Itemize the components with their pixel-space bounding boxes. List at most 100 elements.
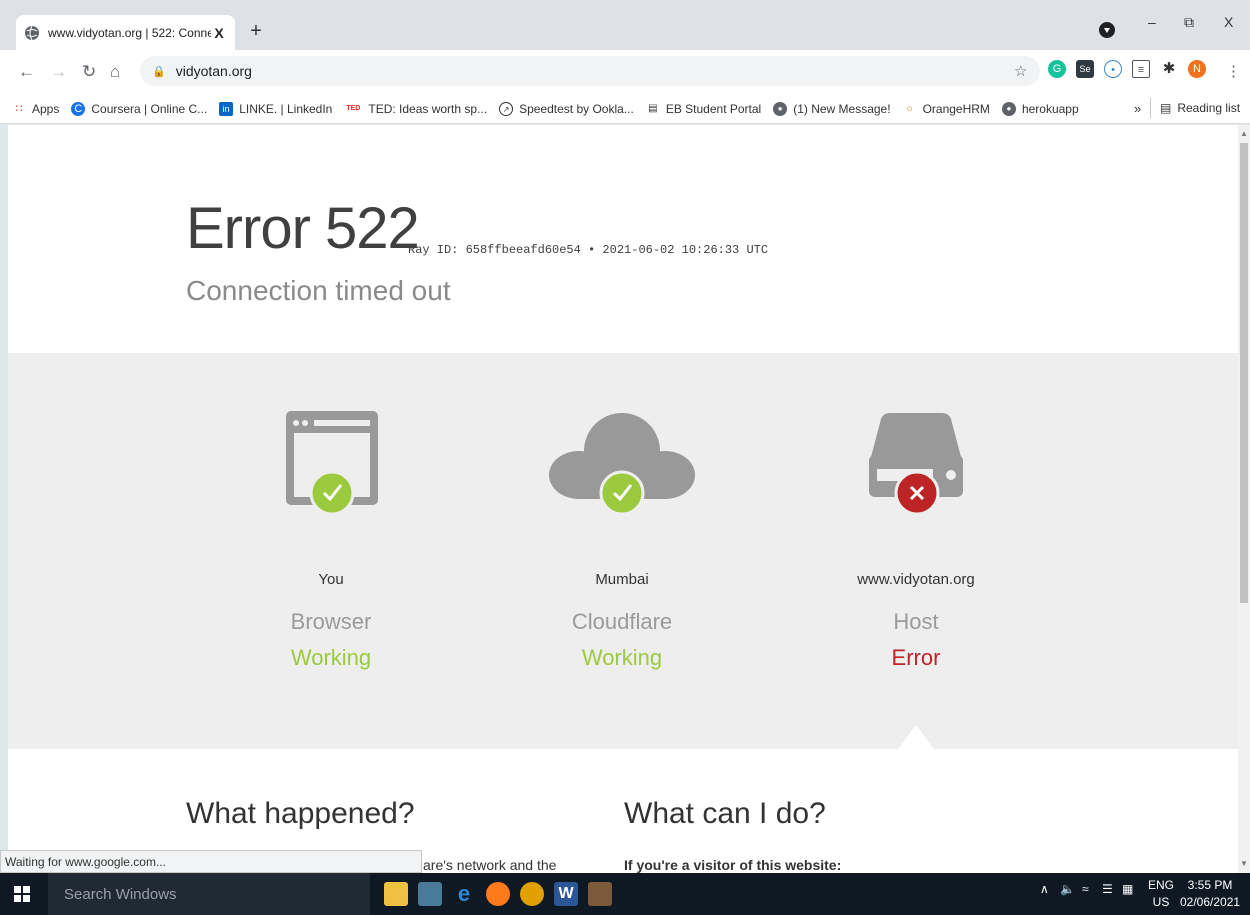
address-bar[interactable]: 🔒 vidyotan.org: [140, 56, 1040, 86]
wifi-icon[interactable]: ≈: [1082, 882, 1089, 896]
scroll-down-icon[interactable]: ▼: [1240, 859, 1248, 868]
bookmarks-bar: ∷ Apps C Coursera | Online C... in LINKE…: [0, 94, 1250, 124]
globe-icon: ●: [773, 101, 788, 116]
bookmark-label: Speedtest by Ookla...: [519, 101, 634, 116]
bookmark-label: LINKE. | LinkedIn: [239, 101, 333, 116]
word-icon[interactable]: W: [554, 882, 578, 906]
bookmark-label: herokuapp: [1021, 101, 1079, 116]
extension-icon[interactable]: •: [1104, 60, 1122, 78]
taskbar-search[interactable]: Search Windows: [48, 873, 370, 915]
scrollbar-thumb[interactable]: [1240, 143, 1248, 603]
speedtest-icon: ↗: [499, 101, 514, 116]
close-window-button[interactable]: X: [1224, 14, 1233, 30]
bookmark-herokuapp[interactable]: ● herokuapp: [1001, 101, 1079, 116]
globe-icon: [25, 25, 39, 40]
bookmark-coursera[interactable]: C Coursera | Online C...: [71, 101, 207, 116]
region-code: US: [1152, 895, 1170, 909]
tab-close-icon[interactable]: X: [211, 25, 227, 41]
page-scrollbar[interactable]: ▲ ▼: [1238, 125, 1250, 873]
language-indicator[interactable]: ENG US: [1148, 877, 1174, 911]
node-place: Mumbai: [595, 571, 649, 588]
ray-id: Ray ID: 658ffbeeafd60e54 • 2021-06-02 10…: [408, 243, 769, 257]
taskbar-clock[interactable]: 3:55 PM 02/06/2021: [1180, 877, 1240, 911]
node-role: Cloudflare: [571, 609, 673, 634]
reading-list-button[interactable]: ▤ Reading list: [1160, 101, 1240, 115]
lock-icon[interactable]: 🔒: [152, 65, 166, 78]
internet-explorer-icon[interactable]: e: [452, 882, 476, 906]
tab-title: www.vidyotan.org | 522: Connect: [48, 25, 211, 40]
new-tab-button[interactable]: +: [244, 20, 268, 44]
divider: [1150, 98, 1151, 118]
node-place: You: [318, 571, 344, 588]
browser-window-icon: [286, 411, 378, 516]
bookmarks-overflow-icon[interactable]: »: [1134, 101, 1141, 116]
what-happened-heading: What happened?: [186, 797, 415, 830]
scroll-up-icon[interactable]: ▲: [1240, 129, 1248, 138]
back-icon[interactable]: ←: [18, 62, 35, 82]
input-method-icon[interactable]: ☰: [1102, 882, 1113, 896]
bookmark-orangehrm[interactable]: ○ OrangeHRM: [903, 102, 990, 116]
screen: www.vidyotan.org | 522: Connect X + – ⧉ …: [0, 0, 1250, 915]
node-state: Working: [581, 645, 663, 670]
linkedin-icon: in: [219, 101, 234, 116]
chrome-icon[interactable]: [520, 882, 544, 906]
error-header: Error 522 Ray ID: 658ffbeeafd60e54 • 202…: [8, 125, 1238, 353]
portal-icon: ▤: [648, 102, 658, 114]
bookmark-label: TED: Ideas worth sp...: [368, 101, 488, 116]
reload-icon[interactable]: ↻: [82, 62, 96, 82]
bookmark-speedtest[interactable]: ↗ Speedtest by Ookla...: [499, 101, 634, 116]
firefox-icon[interactable]: [486, 882, 510, 906]
selenium-icon[interactable]: Se: [1076, 60, 1094, 78]
restore-button[interactable]: ⧉: [1184, 14, 1194, 31]
orangehrm-icon: ○: [906, 102, 913, 115]
extension-shield-icon[interactable]: [1099, 22, 1115, 38]
error-subtitle: Connection timed out: [186, 275, 451, 306]
apps-grid-icon: ∷: [15, 102, 23, 115]
page-content: Error 522 Ray ID: 658ffbeeafd60e54 • 202…: [8, 125, 1238, 873]
coursera-icon: C: [71, 101, 86, 116]
minimize-button[interactable]: –: [1148, 14, 1156, 30]
forward-icon[interactable]: →: [50, 62, 67, 82]
cloud-icon: [549, 413, 695, 516]
language-code: ENG: [1148, 878, 1175, 892]
browser-status-bar: Waiting for www.google.com...: [0, 850, 422, 873]
home-icon[interactable]: ⌂: [110, 62, 120, 82]
tab-strip: www.vidyotan.org | 522: Connect X + – ⧉ …: [0, 0, 1250, 50]
windows-taskbar: Search Windows e W ∧ 🔈 ≈ ☰ ▦ ENG US 3:55…: [0, 873, 1250, 915]
bookmark-apps[interactable]: ∷ Apps: [12, 101, 60, 116]
notification-icon[interactable]: ▦: [1122, 882, 1133, 896]
clock-time: 3:55 PM: [1187, 878, 1233, 892]
error-code: Error 522: [186, 196, 420, 261]
document-icon[interactable]: ≡: [1132, 60, 1150, 78]
browser-tab[interactable]: www.vidyotan.org | 522: Connect X: [16, 15, 235, 50]
node-role: Host: [893, 609, 939, 634]
address-text: vidyotan.org: [175, 63, 252, 79]
bookmark-label: (1) New Message!: [793, 101, 891, 116]
app-emblem-icon[interactable]: [588, 882, 612, 906]
bookmark-label: EB Student Portal: [665, 101, 762, 116]
reading-list-label: Reading list: [1177, 101, 1241, 115]
file-explorer-icon[interactable]: [384, 882, 408, 906]
grammarly-icon[interactable]: G: [1048, 60, 1066, 78]
bookmark-linkedin[interactable]: in LINKE. | LinkedIn: [219, 101, 333, 116]
ted-icon: TED: [346, 104, 361, 112]
node-state: Working: [290, 645, 372, 670]
profile-avatar[interactable]: N: [1188, 60, 1206, 78]
browser-toolbar: ← → ↻ ⌂ 🔒 vidyotan.org ☆ G Se • ≡ ✱ N ⋮: [0, 50, 1250, 94]
globe-icon: ●: [1001, 101, 1016, 116]
bookmark-new-message[interactable]: ● (1) New Message!: [773, 101, 891, 116]
bookmark-star-icon[interactable]: ☆: [1014, 62, 1027, 80]
volume-icon[interactable]: 🔈: [1060, 882, 1075, 896]
bookmark-ted[interactable]: TED TED: Ideas worth sp...: [344, 102, 487, 116]
bookmark-eb-portal[interactable]: ▤ EB Student Portal: [646, 102, 761, 116]
status-diagram: You Browser Working Mumbai Cloudflare Wo…: [8, 353, 1238, 749]
menu-kebab-icon[interactable]: ⋮: [1226, 62, 1241, 80]
server-drive-icon: [869, 413, 963, 516]
what-can-i-do-heading: What can I do?: [624, 797, 826, 830]
bookmark-label: Apps: [32, 101, 60, 116]
extensions-puzzle-icon[interactable]: ✱: [1160, 60, 1178, 78]
node-state: Error: [891, 645, 941, 670]
windows-start-icon[interactable]: [14, 886, 30, 902]
tray-chevron-icon[interactable]: ∧: [1040, 882, 1049, 896]
app-icon[interactable]: [418, 882, 442, 906]
